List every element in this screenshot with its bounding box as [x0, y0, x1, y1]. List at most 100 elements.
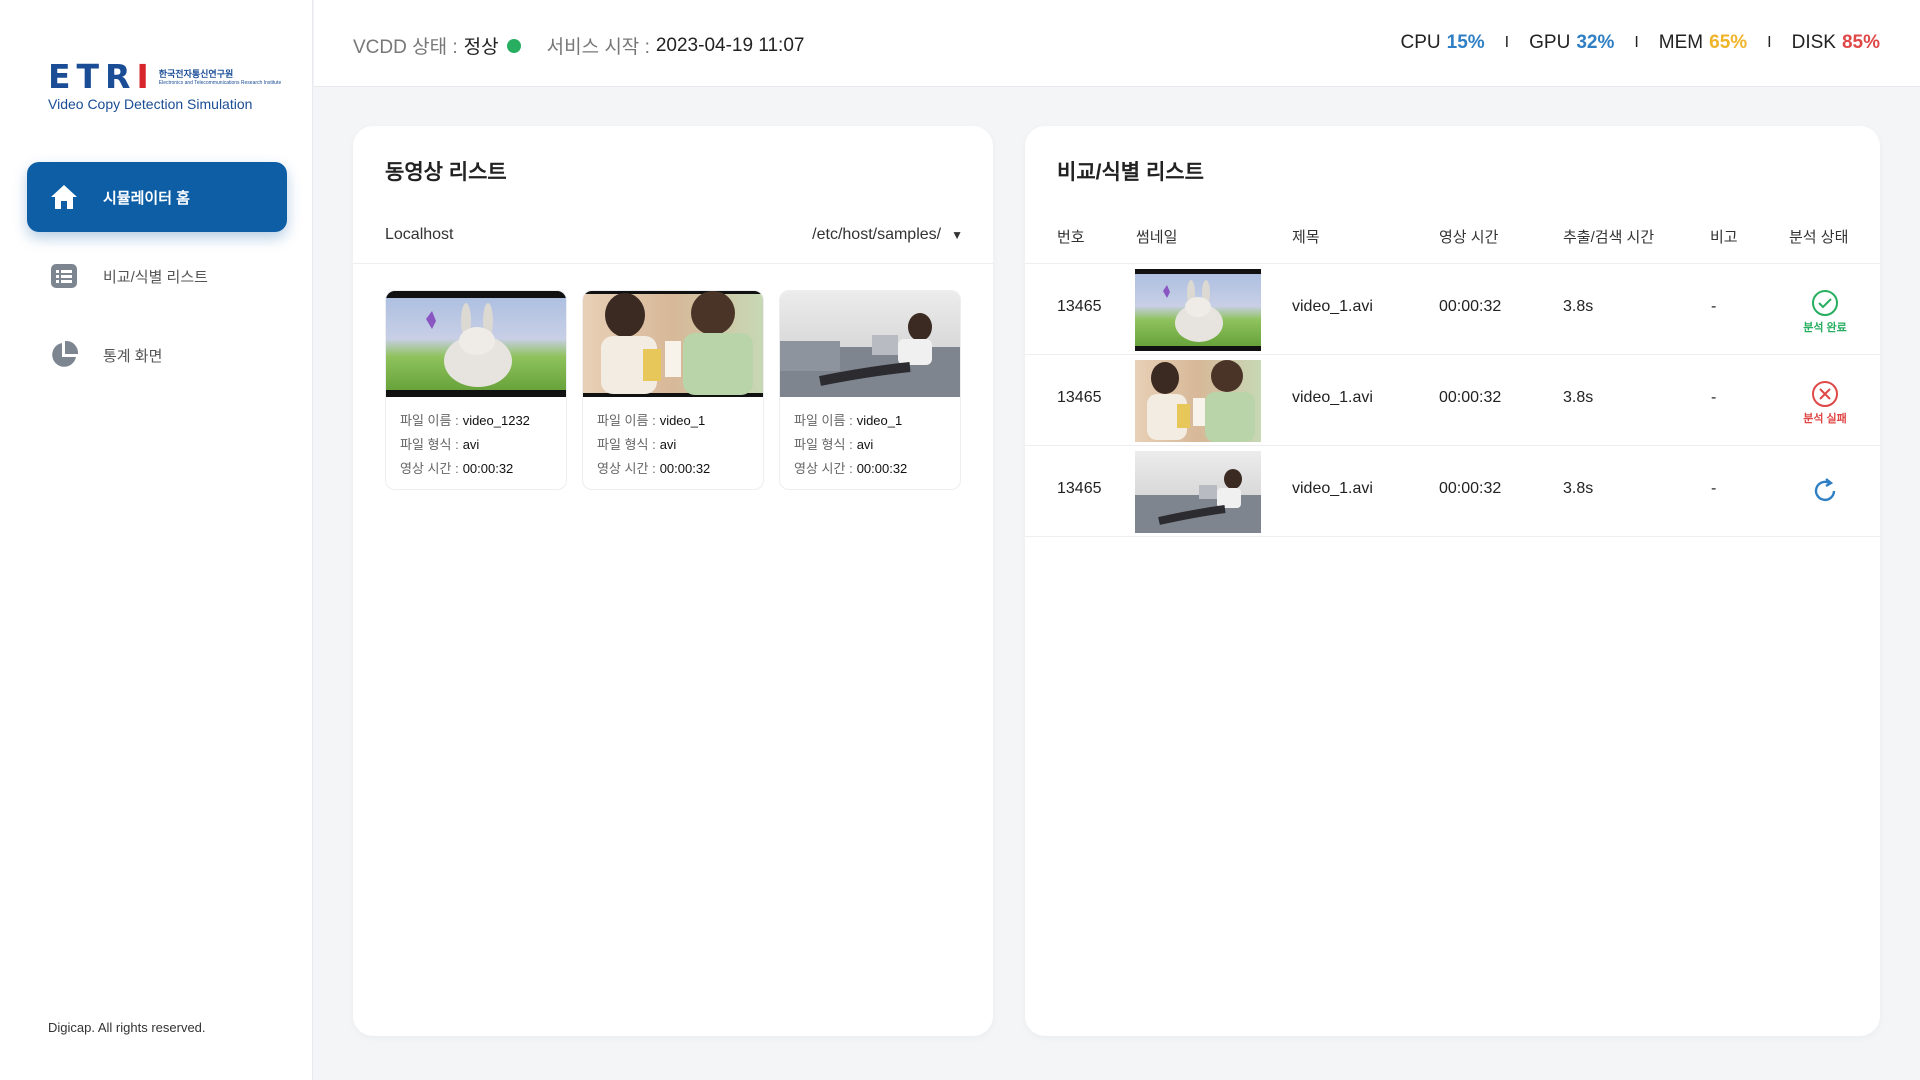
duration-label: 영상 시간 :: [597, 461, 656, 476]
video-thumbnail: [386, 291, 566, 397]
row-duration: 00:00:32: [1439, 480, 1502, 497]
sidebar-item-label: 통계 화면: [103, 347, 163, 365]
service-status: VCDD 상태 : 정상 서비스 시작 : 2023-04-19 11:07: [353, 32, 804, 59]
pie-chart-icon: [49, 340, 79, 370]
file-name-value: video_1: [659, 413, 706, 428]
error-circle-icon: [1812, 381, 1838, 407]
check-circle-icon: [1812, 290, 1838, 316]
table-header: 번호 썸네일 제목 영상 시간 추출/검색 시간 비고 분석 상태: [1025, 220, 1880, 264]
logo-institute-kr: 한국전자통신연구원: [158, 68, 234, 79]
file-format-value: avi: [856, 437, 874, 452]
panel-title: 비교/식별 리스트: [1057, 161, 1204, 184]
duration-label: 영상 시간 :: [400, 461, 459, 476]
file-name-label: 파일 이름 :: [597, 413, 656, 428]
column-header-duration[interactable]: 영상 시간: [1439, 226, 1498, 247]
table-row[interactable]: 13465 video_1.avi 00:00:32 3.8s - 분석 실패: [1025, 356, 1880, 446]
etri-logo[interactable]: ETRI 한국전자통신연구원 Electronics and Telecommu…: [48, 57, 288, 112]
metric-disk-value: 85%: [1841, 32, 1880, 53]
status-text: 분석 실패: [1803, 413, 1847, 425]
file-name-value: video_1232: [462, 413, 530, 428]
row-note: -: [1711, 298, 1717, 315]
video-thumbnail: [780, 291, 960, 397]
logo-subtitle: Video Copy Detection Simulation: [48, 96, 253, 112]
row-number: 13465: [1057, 298, 1102, 315]
row-duration: 00:00:32: [1439, 298, 1502, 315]
sidebar-item-label: 비교/식별 리스트: [103, 268, 208, 286]
metric-cpu-label: CPU: [1400, 32, 1441, 53]
table-row[interactable]: 13465 video_1.avi 00:00:32 3.8s - 분석 완료: [1025, 265, 1880, 355]
table-row[interactable]: 13465 video_1.avi 00:00:32 3.8s -: [1025, 447, 1880, 537]
host-label: Localhost: [385, 226, 454, 243]
path-dropdown[interactable]: /etc/host/samples/ ▼: [812, 226, 963, 244]
metric-disk-label: DISK: [1791, 32, 1836, 53]
file-name-value: video_1: [856, 413, 903, 428]
row-duration: 00:00:32: [1439, 389, 1502, 406]
row-title: video_1.avi: [1292, 298, 1373, 315]
file-format-label: 파일 형식 :: [597, 437, 656, 452]
list-icon: [49, 261, 79, 291]
video-card[interactable]: 파일 이름 : video_1 파일 형식 : avi 영상 시간 :00:00:3…: [779, 290, 961, 490]
file-format-label: 파일 형식 :: [400, 437, 459, 452]
file-format-value: avi: [659, 437, 677, 452]
path-value: /etc/host/samples/: [812, 226, 942, 243]
row-number: 13465: [1057, 389, 1102, 406]
column-header-state[interactable]: 분석 상태: [1789, 226, 1848, 247]
caret-down-icon: ▼: [951, 228, 963, 242]
row-thumbnail: [1135, 269, 1261, 351]
status-badge: 분석 완료: [1785, 289, 1865, 335]
column-header-note[interactable]: 비고: [1710, 226, 1738, 247]
panel-title: 동영상 리스트: [385, 161, 507, 184]
metric-mem-label: MEM: [1658, 32, 1704, 53]
compare-list-panel: 비교/식별 리스트 번호 썸네일 제목 영상 시간 추출/검색 시간 비고 분석…: [1025, 126, 1880, 1036]
status-text: 분석 완료: [1803, 322, 1847, 334]
metric-separator: I: [1634, 34, 1639, 51]
sidebar-nav: 시뮬레이터 홈 비교/식별 리스트 통계 화면: [27, 162, 287, 399]
row-thumbnail: [1135, 451, 1261, 533]
file-name-label: 파일 이름 :: [794, 413, 853, 428]
row-search-time: 3.8s: [1563, 298, 1594, 315]
row-title: video_1.avi: [1292, 480, 1373, 497]
vcdd-status-value: 정상: [463, 37, 499, 58]
metric-gpu-value: 32%: [1576, 32, 1615, 53]
column-header-search-time[interactable]: 추출/검색 시간: [1563, 226, 1654, 247]
column-header-no[interactable]: 번호: [1057, 226, 1085, 247]
duration-value: 00:00:32: [462, 461, 514, 476]
video-thumbnail: [583, 291, 763, 397]
column-header-title[interactable]: 제목: [1292, 226, 1320, 247]
logo-institute-en: Electronics and Telecommunications Resea…: [158, 79, 282, 86]
refresh-icon: [1814, 478, 1836, 502]
row-note: -: [1711, 480, 1717, 497]
status-badge: [1785, 477, 1865, 505]
duration-value: 00:00:32: [659, 461, 711, 476]
service-start-value: 2023-04-19 11:07: [655, 34, 805, 56]
sidebar-item-compare-list[interactable]: 비교/식별 리스트: [27, 241, 287, 311]
copyright: Digicap. All rights reserved.: [48, 1020, 206, 1035]
row-number: 13465: [1057, 480, 1102, 497]
duration-label: 영상 시간 :: [794, 461, 853, 476]
video-list-panel: 동영상 리스트 Localhost /etc/host/samples/ ▼ 파…: [353, 126, 993, 1036]
row-thumbnail: [1135, 360, 1261, 442]
status-badge: 분석 실패: [1785, 380, 1865, 426]
sidebar: ETRI 한국전자통신연구원 Electronics and Telecommu…: [0, 0, 313, 1080]
row-search-time: 3.8s: [1563, 480, 1594, 497]
vcdd-status-label: VCDD 상태 :: [353, 37, 458, 58]
status-indicator-dot: [506, 38, 521, 53]
logo-wordmark: ETRI: [48, 57, 155, 96]
source-filter: Localhost /etc/host/samples/ ▼: [353, 220, 993, 264]
video-card[interactable]: 파일 이름 : video_1 파일 형식 : avi 영상 시간 :00:00:3…: [582, 290, 764, 490]
top-status-bar: VCDD 상태 : 정상 서비스 시작 : 2023-04-19 11:07 C…: [314, 0, 1920, 87]
service-start-label: 서비스 시작 :: [546, 37, 650, 58]
file-name-label: 파일 이름 :: [400, 413, 459, 428]
sidebar-item-statistics[interactable]: 통계 화면: [27, 320, 287, 390]
sidebar-item-simulator-home[interactable]: 시뮬레이터 홈: [27, 162, 287, 232]
video-card[interactable]: 파일 이름 : video_1232 파일 형식 : avi 영상 시간 :00:0…: [385, 290, 567, 490]
resource-metrics: CPU 15% I GPU 32% I MEM 65% I DISK 85%: [1401, 32, 1880, 54]
duration-value: 00:00:32: [856, 461, 908, 476]
column-header-thumbnail[interactable]: 썸네일: [1136, 226, 1177, 247]
video-card-list: 파일 이름 : video_1232 파일 형식 : avi 영상 시간 :00:0…: [385, 290, 961, 490]
metric-separator: I: [1504, 34, 1510, 51]
metric-cpu-value: 15%: [1446, 32, 1485, 53]
file-format-label: 파일 형식 :: [794, 437, 853, 452]
metric-mem-value: 65%: [1709, 32, 1748, 53]
row-search-time: 3.8s: [1563, 389, 1594, 406]
